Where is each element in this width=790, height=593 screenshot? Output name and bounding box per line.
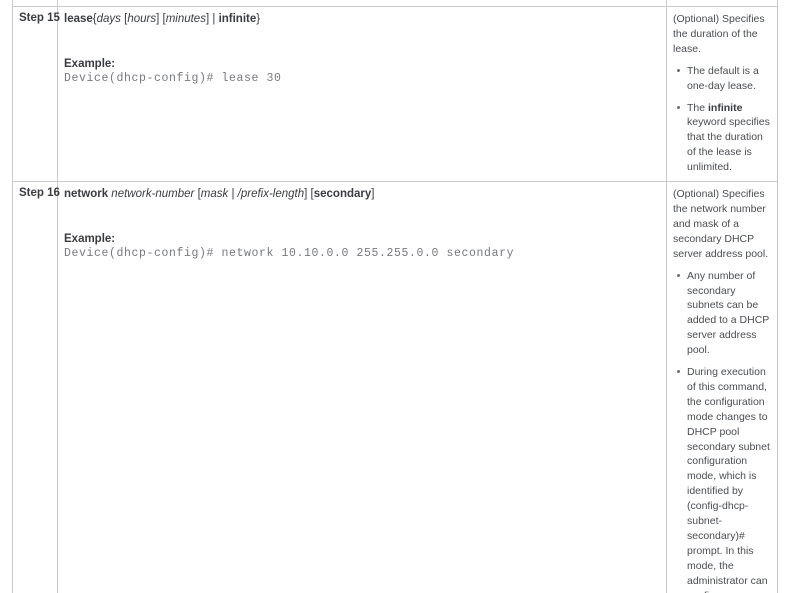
table-row: Step 16 network network-number [mask | /… bbox=[12, 181, 778, 593]
documentation-page: Step 15 lease{days [hours] [minutes] | i… bbox=[0, 0, 790, 593]
example-label: Example: bbox=[64, 232, 116, 245]
command-cell: lease{days [hours] [minutes] | infinite}… bbox=[57, 5, 667, 183]
bullet-text: The bbox=[687, 101, 709, 114]
pipe-separator: | bbox=[228, 188, 238, 201]
bullet-text: The default is a one-day lease. bbox=[687, 64, 759, 92]
purpose-cell: (Optional) Specifies the network number … bbox=[666, 181, 778, 593]
example-code: Device(dhcp-config)# lease 30 bbox=[64, 71, 282, 85]
command-syntax: network network-number [mask | /prefix-l… bbox=[64, 187, 660, 203]
command-arg-days: days bbox=[96, 13, 121, 25]
purpose-bullet-list: The default is a one-day lease. The infin… bbox=[673, 64, 771, 175]
bullet-text: keyword specifies that the duration of t… bbox=[687, 116, 770, 174]
step-number-cell: Step 16 bbox=[12, 181, 60, 593]
purpose-bullet-item: Any number of secondary subnets can be a… bbox=[677, 269, 771, 358]
brace-close: } bbox=[256, 13, 261, 25]
purpose-intro: (Optional) Specifies the duration of the… bbox=[673, 13, 765, 55]
command-syntax: lease{days [hours] [minutes] | infinite} bbox=[64, 12, 660, 28]
example-label: Example: bbox=[64, 57, 116, 70]
bracket-close-2: ] bbox=[371, 188, 375, 201]
purpose-bullet-item: The default is a one-day lease. bbox=[677, 64, 771, 94]
purpose-bullet-item: During execution of this command, the co… bbox=[677, 365, 771, 593]
command-keyword-secondary: secondary bbox=[313, 188, 372, 201]
command-keyword: network bbox=[64, 188, 109, 201]
command-keyword-infinite: infinite bbox=[218, 13, 257, 25]
command-arg-mask: mask bbox=[200, 188, 229, 201]
purpose-cell: (Optional) Specifies the duration of the… bbox=[666, 5, 778, 183]
command-keyword: lease bbox=[64, 13, 93, 25]
command-arg-minutes: minutes bbox=[165, 13, 206, 25]
step-number-cell: Step 15 bbox=[12, 5, 60, 183]
table-row: Step 15 lease{days [hours] [minutes] | i… bbox=[12, 5, 778, 183]
command-arg-network-number: network-number bbox=[111, 188, 195, 201]
command-arg-prefix-length: prefix-length bbox=[240, 188, 305, 201]
emphasis-keyword: infinite bbox=[708, 101, 743, 114]
purpose-bullet-item: The infinite keyword specifies that the … bbox=[677, 101, 771, 176]
example-code: Device(dhcp-config)# network 10.10.0.0 2… bbox=[64, 246, 515, 260]
purpose-intro: (Optional) Specifies the network number … bbox=[673, 188, 769, 260]
command-arg-hours: hours bbox=[127, 13, 157, 25]
pipe-separator: | bbox=[209, 13, 219, 25]
purpose-bullet-list: Any number of secondary subnets can be a… bbox=[673, 269, 771, 593]
command-cell: network network-number [mask | /prefix-l… bbox=[57, 181, 667, 593]
bullet-text: Any number of secondary subnets can be a… bbox=[687, 269, 770, 357]
bullet-text: During execution of this command, the co… bbox=[687, 366, 770, 593]
procedure-steps-table: Step 15 lease{days [hours] [minutes] | i… bbox=[12, 0, 778, 593]
